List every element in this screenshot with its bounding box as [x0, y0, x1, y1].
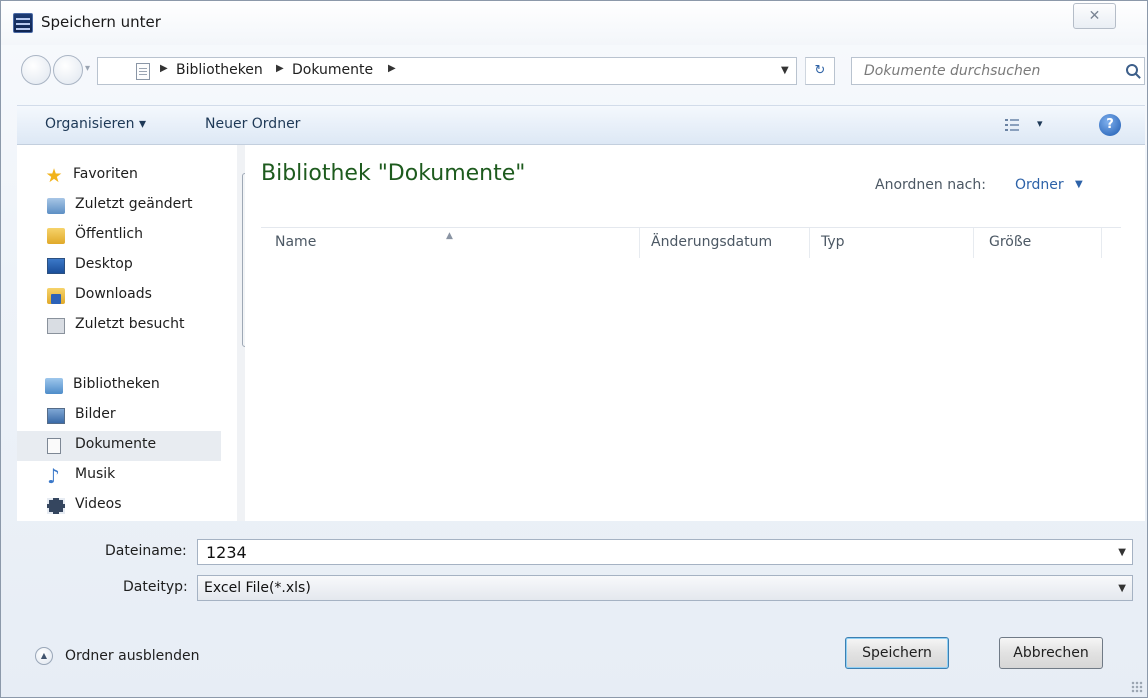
- filetype-dropdown-icon[interactable]: ▼: [1118, 583, 1126, 594]
- column-divider[interactable]: [1101, 228, 1102, 258]
- nav-item-desktop[interactable]: Desktop: [17, 251, 221, 281]
- hide-folders-label: Ordner ausblenden: [65, 648, 200, 664]
- address-bar[interactable]: ▶ Bibliotheken ▶ Dokumente ▶: [97, 57, 797, 85]
- nav-item-musik[interactable]: ♪ Musik: [17, 461, 221, 491]
- nav-item-label: Musik: [75, 466, 116, 482]
- column-header-modified[interactable]: Änderungsdatum: [651, 234, 772, 250]
- breadcrumb-arrow-icon[interactable]: ▶: [160, 63, 168, 74]
- star-icon: ★: [45, 165, 63, 187]
- column-headers: Name ▲ Änderungsdatum Typ Größe: [261, 227, 1121, 259]
- arrange-by-label: Anordnen nach:: [875, 177, 986, 193]
- column-divider[interactable]: [973, 228, 974, 258]
- collapse-up-icon: ▲: [35, 647, 53, 665]
- file-list-pane[interactable]: Bibliothek "Dokumente" Anordnen nach: Or…: [245, 145, 1145, 521]
- title-bar: Speichern unter ✕: [1, 1, 1147, 45]
- nav-item-oeffentlich[interactable]: Öffentlich: [17, 221, 221, 251]
- nav-item-label: Zuletzt besucht: [75, 316, 185, 332]
- forward-button[interactable]: [53, 55, 83, 85]
- resize-grip-icon[interactable]: [1131, 681, 1143, 693]
- nav-item-label: Bilder: [75, 406, 116, 422]
- command-bar: Organisieren ▾ Neuer Ordner ▾ ?: [17, 105, 1145, 145]
- view-chevron-icon: ▾: [1037, 117, 1043, 130]
- nav-item-downloads[interactable]: Downloads: [17, 281, 221, 311]
- nav-item-videos[interactable]: Videos: [17, 491, 221, 521]
- arrange-chevron-icon[interactable]: ▼: [1075, 179, 1083, 190]
- save-button[interactable]: Speichern: [845, 637, 949, 669]
- folder-icon: [47, 228, 65, 244]
- nav-item-bilder[interactable]: Bilder: [17, 401, 221, 431]
- nav-item-label: Downloads: [75, 286, 152, 302]
- nav-item-label: Desktop: [75, 256, 133, 272]
- breadcrumb-arrow-icon[interactable]: ▶: [388, 63, 396, 74]
- nav-item-label: Dokumente: [75, 436, 157, 452]
- arrange-by-dropdown[interactable]: Ordner: [1015, 177, 1064, 193]
- filename-label: Dateiname:: [105, 543, 187, 559]
- column-divider[interactable]: [809, 228, 810, 258]
- nav-item-bibliotheken[interactable]: Bibliotheken: [17, 371, 221, 401]
- sort-arrow-icon: ▲: [446, 231, 453, 241]
- view-list-icon: [1005, 118, 1019, 132]
- downloads-icon: [47, 288, 65, 304]
- libraries-icon: [45, 378, 63, 394]
- breadcrumb-arrow-icon[interactable]: ▶: [276, 63, 284, 74]
- address-dropdown-icon[interactable]: ▼: [781, 65, 789, 76]
- app-icon: [13, 13, 33, 33]
- column-header-name[interactable]: Name: [275, 234, 316, 250]
- navigation-pane: ★ Favoriten Zuletzt geändert Öffentlich …: [17, 145, 261, 521]
- column-divider[interactable]: [639, 228, 640, 258]
- recent-places-icon: [47, 318, 65, 334]
- nav-item-label: Bibliotheken: [73, 376, 160, 392]
- filetype-select[interactable]: Excel File(*.xls) ▼: [197, 575, 1133, 601]
- filetype-label: Dateityp:: [123, 579, 188, 595]
- videos-icon: [47, 498, 65, 514]
- nav-item-label: Favoriten: [73, 166, 138, 182]
- cancel-button[interactable]: Abbrechen: [999, 637, 1103, 669]
- filename-value: 1234: [206, 543, 247, 562]
- breadcrumb-bibliotheken[interactable]: Bibliotheken: [176, 62, 263, 78]
- column-header-type[interactable]: Typ: [821, 234, 845, 250]
- refresh-button[interactable]: ↻: [805, 57, 835, 85]
- recent-changes-icon: [47, 198, 65, 214]
- close-button[interactable]: ✕: [1073, 3, 1116, 29]
- nav-item-zuletzt-besucht[interactable]: Zuletzt besucht: [17, 311, 221, 341]
- search-box[interactable]: Dokumente durchsuchen: [851, 57, 1145, 85]
- search-icon[interactable]: [1126, 64, 1138, 76]
- desktop-icon: [47, 258, 65, 274]
- documents-folder-icon: [136, 63, 150, 80]
- hide-folders-toggle[interactable]: ▲ Ordner ausblenden: [35, 645, 235, 669]
- filename-input[interactable]: 1234 ▼: [197, 539, 1133, 565]
- new-folder-button[interactable]: Neuer Ordner: [205, 116, 300, 132]
- back-button[interactable]: [21, 55, 51, 85]
- organize-button[interactable]: Organisieren ▾: [45, 116, 146, 132]
- nav-item-label: Öffentlich: [75, 226, 143, 242]
- nav-item-label: Videos: [75, 496, 122, 512]
- documents-icon: [47, 438, 61, 454]
- nav-item-label: Zuletzt geändert: [75, 196, 193, 212]
- filetype-value: Excel File(*.xls): [204, 580, 311, 596]
- column-header-size[interactable]: Größe: [989, 234, 1031, 250]
- music-icon: ♪: [47, 464, 60, 488]
- help-icon[interactable]: ?: [1099, 114, 1121, 136]
- filename-dropdown-icon[interactable]: ▼: [1118, 547, 1126, 558]
- breadcrumb-dokumente[interactable]: Dokumente: [292, 62, 373, 78]
- search-placeholder: Dokumente durchsuchen: [864, 63, 1041, 79]
- nav-item-zuletzt-geaendert[interactable]: Zuletzt geändert: [17, 191, 221, 221]
- recent-locations-chevron-icon[interactable]: ▾: [85, 63, 90, 74]
- view-options-button[interactable]: ▾: [1005, 114, 1055, 138]
- pictures-icon: [47, 408, 65, 424]
- window-title: Speichern unter: [41, 13, 161, 31]
- save-as-dialog: Speichern unter ✕ ▾ ▶ Bibliotheken ▶ Dok…: [0, 0, 1148, 698]
- nav-item-dokumente[interactable]: Dokumente: [17, 431, 221, 461]
- library-title: Bibliothek "Dokumente": [261, 161, 526, 186]
- nav-item-favoriten[interactable]: ★ Favoriten: [17, 161, 221, 191]
